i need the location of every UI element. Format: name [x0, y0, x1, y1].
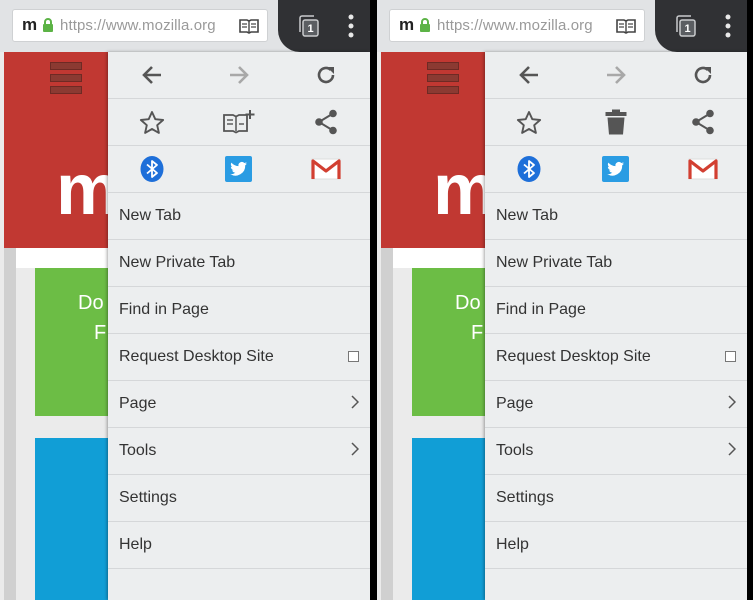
- browser-screenshot-right: m https://www.mozilla.org 1 m Do F New T…: [377, 0, 747, 600]
- menu-item-tools[interactable]: Tools: [485, 428, 747, 475]
- green-tile-line-1: Do: [78, 292, 104, 314]
- menu-item-label: Help: [119, 536, 152, 553]
- menu-item-new-private-tab[interactable]: New Private Tab: [108, 240, 370, 287]
- site-favicon: m: [22, 15, 38, 34]
- url-text: https://www.mozilla.org: [437, 17, 593, 34]
- menu-item-settings[interactable]: Settings: [108, 475, 370, 522]
- add-to-reading-list-icon[interactable]: [195, 99, 282, 145]
- menu-item-label: Request Desktop Site: [119, 348, 274, 365]
- forward-arrow-icon[interactable]: [195, 52, 282, 98]
- menu-item-label: Page: [496, 395, 534, 412]
- menu-item-new-tab[interactable]: New Tab: [485, 193, 747, 240]
- browser-screenshot-left: m https://www.mozilla.org 1 m Do F New T…: [0, 0, 370, 600]
- desktop-site-checkbox[interactable]: [348, 351, 359, 362]
- trash-icon[interactable]: [572, 99, 659, 145]
- page-side-strip: [4, 248, 16, 600]
- back-arrow-icon[interactable]: [108, 52, 195, 98]
- menu-item-label: Request Desktop Site: [496, 348, 651, 365]
- url-text: https://www.mozilla.org: [60, 17, 216, 34]
- browser-toolbar: m https://www.mozilla.org 1: [0, 0, 370, 52]
- desktop-site-checkbox[interactable]: [725, 351, 736, 362]
- menu-actions-row: [108, 99, 370, 146]
- tabs-counter-icon[interactable]: 1: [298, 15, 319, 37]
- menu-item-request-desktop-site[interactable]: Request Desktop Site: [108, 334, 370, 381]
- bluetooth-icon[interactable]: [108, 146, 195, 192]
- menu-item-settings[interactable]: Settings: [485, 475, 747, 522]
- chevron-right-icon: [728, 395, 736, 409]
- hamburger-menu-icon[interactable]: [50, 62, 82, 94]
- lock-icon: [420, 18, 430, 32]
- menu-item-label: Find in Page: [119, 301, 209, 318]
- green-tile-text: Do F: [455, 288, 483, 348]
- share-icon[interactable]: [659, 99, 746, 145]
- back-arrow-icon[interactable]: [485, 52, 572, 98]
- menu-item-label: Settings: [496, 489, 554, 506]
- green-tile-line-2: F: [94, 322, 107, 344]
- menu-item-new-private-tab[interactable]: New Private Tab: [485, 240, 747, 287]
- reload-icon[interactable]: [659, 52, 746, 98]
- menu-item-label: Settings: [119, 489, 177, 506]
- menu-item-page[interactable]: Page: [485, 381, 747, 428]
- menu-item-label: New Private Tab: [496, 254, 613, 271]
- gmail-icon[interactable]: [659, 146, 746, 192]
- menu-share-row: [108, 146, 370, 193]
- menu-nav-row: [108, 52, 370, 99]
- overflow-menu-icon[interactable]: [348, 14, 354, 38]
- reload-icon[interactable]: [282, 52, 369, 98]
- menu-item-tools[interactable]: Tools: [108, 428, 370, 475]
- url-bar[interactable]: m https://www.mozilla.org: [389, 9, 645, 42]
- reader-mode-icon[interactable]: [239, 18, 259, 34]
- chevron-right-icon: [728, 442, 736, 456]
- menu-item-find-in-page[interactable]: Find in Page: [108, 287, 370, 334]
- bluetooth-icon[interactable]: [485, 146, 572, 192]
- menu-nav-row: [485, 52, 747, 99]
- menu-item-request-desktop-site[interactable]: Request Desktop Site: [485, 334, 747, 381]
- tabs-counter-icon[interactable]: 1: [675, 15, 696, 37]
- menu-item-page[interactable]: Page: [108, 381, 370, 428]
- url-bar[interactable]: m https://www.mozilla.org: [12, 9, 268, 42]
- chevron-right-icon: [351, 395, 359, 409]
- hamburger-menu-icon[interactable]: [427, 62, 459, 94]
- green-tile-text: Do F: [78, 288, 106, 348]
- tab-count: 1: [307, 23, 313, 35]
- tab-area: [278, 0, 370, 52]
- gmail-icon[interactable]: [282, 146, 369, 192]
- site-favicon: m: [399, 15, 415, 34]
- overflow-menu-icon[interactable]: [725, 14, 731, 38]
- twitter-icon[interactable]: [195, 146, 282, 192]
- menu-item-label: New Tab: [496, 207, 558, 224]
- menu-item-label: Find in Page: [496, 301, 586, 318]
- green-tile-line-2: F: [471, 322, 484, 344]
- tab-count: 1: [684, 23, 690, 35]
- menu-actions-row: [485, 99, 747, 146]
- menu-item-label: New Tab: [119, 207, 181, 224]
- menu-share-row: [485, 146, 747, 193]
- tab-area: [655, 0, 747, 52]
- reader-mode-icon[interactable]: [616, 18, 636, 34]
- browser-overflow-menu: New Tab New Private Tab Find in Page Req…: [108, 52, 370, 600]
- menu-item-label: Tools: [496, 442, 534, 459]
- star-bookmark-icon[interactable]: [485, 99, 572, 145]
- lock-icon: [43, 18, 53, 32]
- menu-item-label: New Private Tab: [119, 254, 236, 271]
- menu-item-label: Help: [496, 536, 529, 553]
- page-side-strip: [381, 248, 393, 600]
- menu-item-label: Page: [119, 395, 157, 412]
- twitter-icon[interactable]: [572, 146, 659, 192]
- menu-item-help[interactable]: Help: [108, 522, 370, 569]
- browser-overflow-menu: New Tab New Private Tab Find in Page Req…: [485, 52, 747, 600]
- chevron-right-icon: [351, 442, 359, 456]
- browser-toolbar: m https://www.mozilla.org 1: [377, 0, 747, 52]
- forward-arrow-icon[interactable]: [572, 52, 659, 98]
- menu-item-help[interactable]: Help: [485, 522, 747, 569]
- star-bookmark-icon[interactable]: [108, 99, 195, 145]
- menu-item-label: Tools: [119, 442, 157, 459]
- menu-item-find-in-page[interactable]: Find in Page: [485, 287, 747, 334]
- menu-item-new-tab[interactable]: New Tab: [108, 193, 370, 240]
- panel-divider: [370, 0, 377, 600]
- share-icon[interactable]: [282, 99, 369, 145]
- green-tile-line-1: Do: [455, 292, 481, 314]
